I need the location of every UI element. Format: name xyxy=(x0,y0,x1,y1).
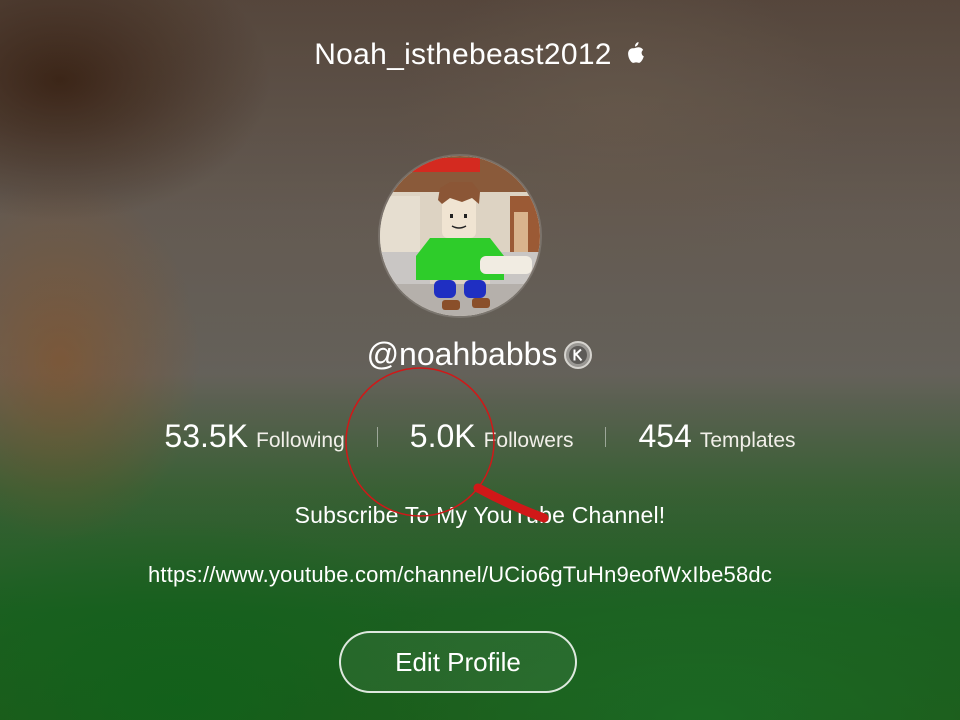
bio-link[interactable]: https://www.youtube.com/channel/UCio6gTu… xyxy=(0,562,920,588)
following-count: 53.5K xyxy=(164,418,249,454)
roblox-avatar xyxy=(380,156,540,316)
apple-icon xyxy=(622,40,646,70)
templates-label: Templates xyxy=(699,429,796,452)
avatar[interactable] xyxy=(380,156,540,316)
k-badge-icon xyxy=(563,340,593,370)
followers-label: Followers xyxy=(483,429,574,452)
stat-followers[interactable]: 5.0K Followers xyxy=(378,418,606,455)
edit-profile-button[interactable]: Edit Profile xyxy=(339,631,577,693)
bio-text: Subscribe To My YouTube Channel! xyxy=(294,502,666,528)
following-label: Following xyxy=(256,429,345,452)
profile-title: Noah_isthebeast2012 xyxy=(0,38,960,72)
stat-templates[interactable]: 454 Templates xyxy=(606,418,827,455)
profile-handle: @noahbabbs xyxy=(0,336,960,373)
handle-text: @noahbabbs xyxy=(366,336,558,372)
stat-following[interactable]: 53.5K Following xyxy=(132,418,376,455)
templates-count: 454 xyxy=(638,418,692,454)
profile-stats: 53.5K Following 5.0K Followers 454 Templ… xyxy=(0,418,960,455)
profile-title-text: Noah_isthebeast2012 xyxy=(314,38,612,71)
followers-count: 5.0K xyxy=(409,418,476,454)
